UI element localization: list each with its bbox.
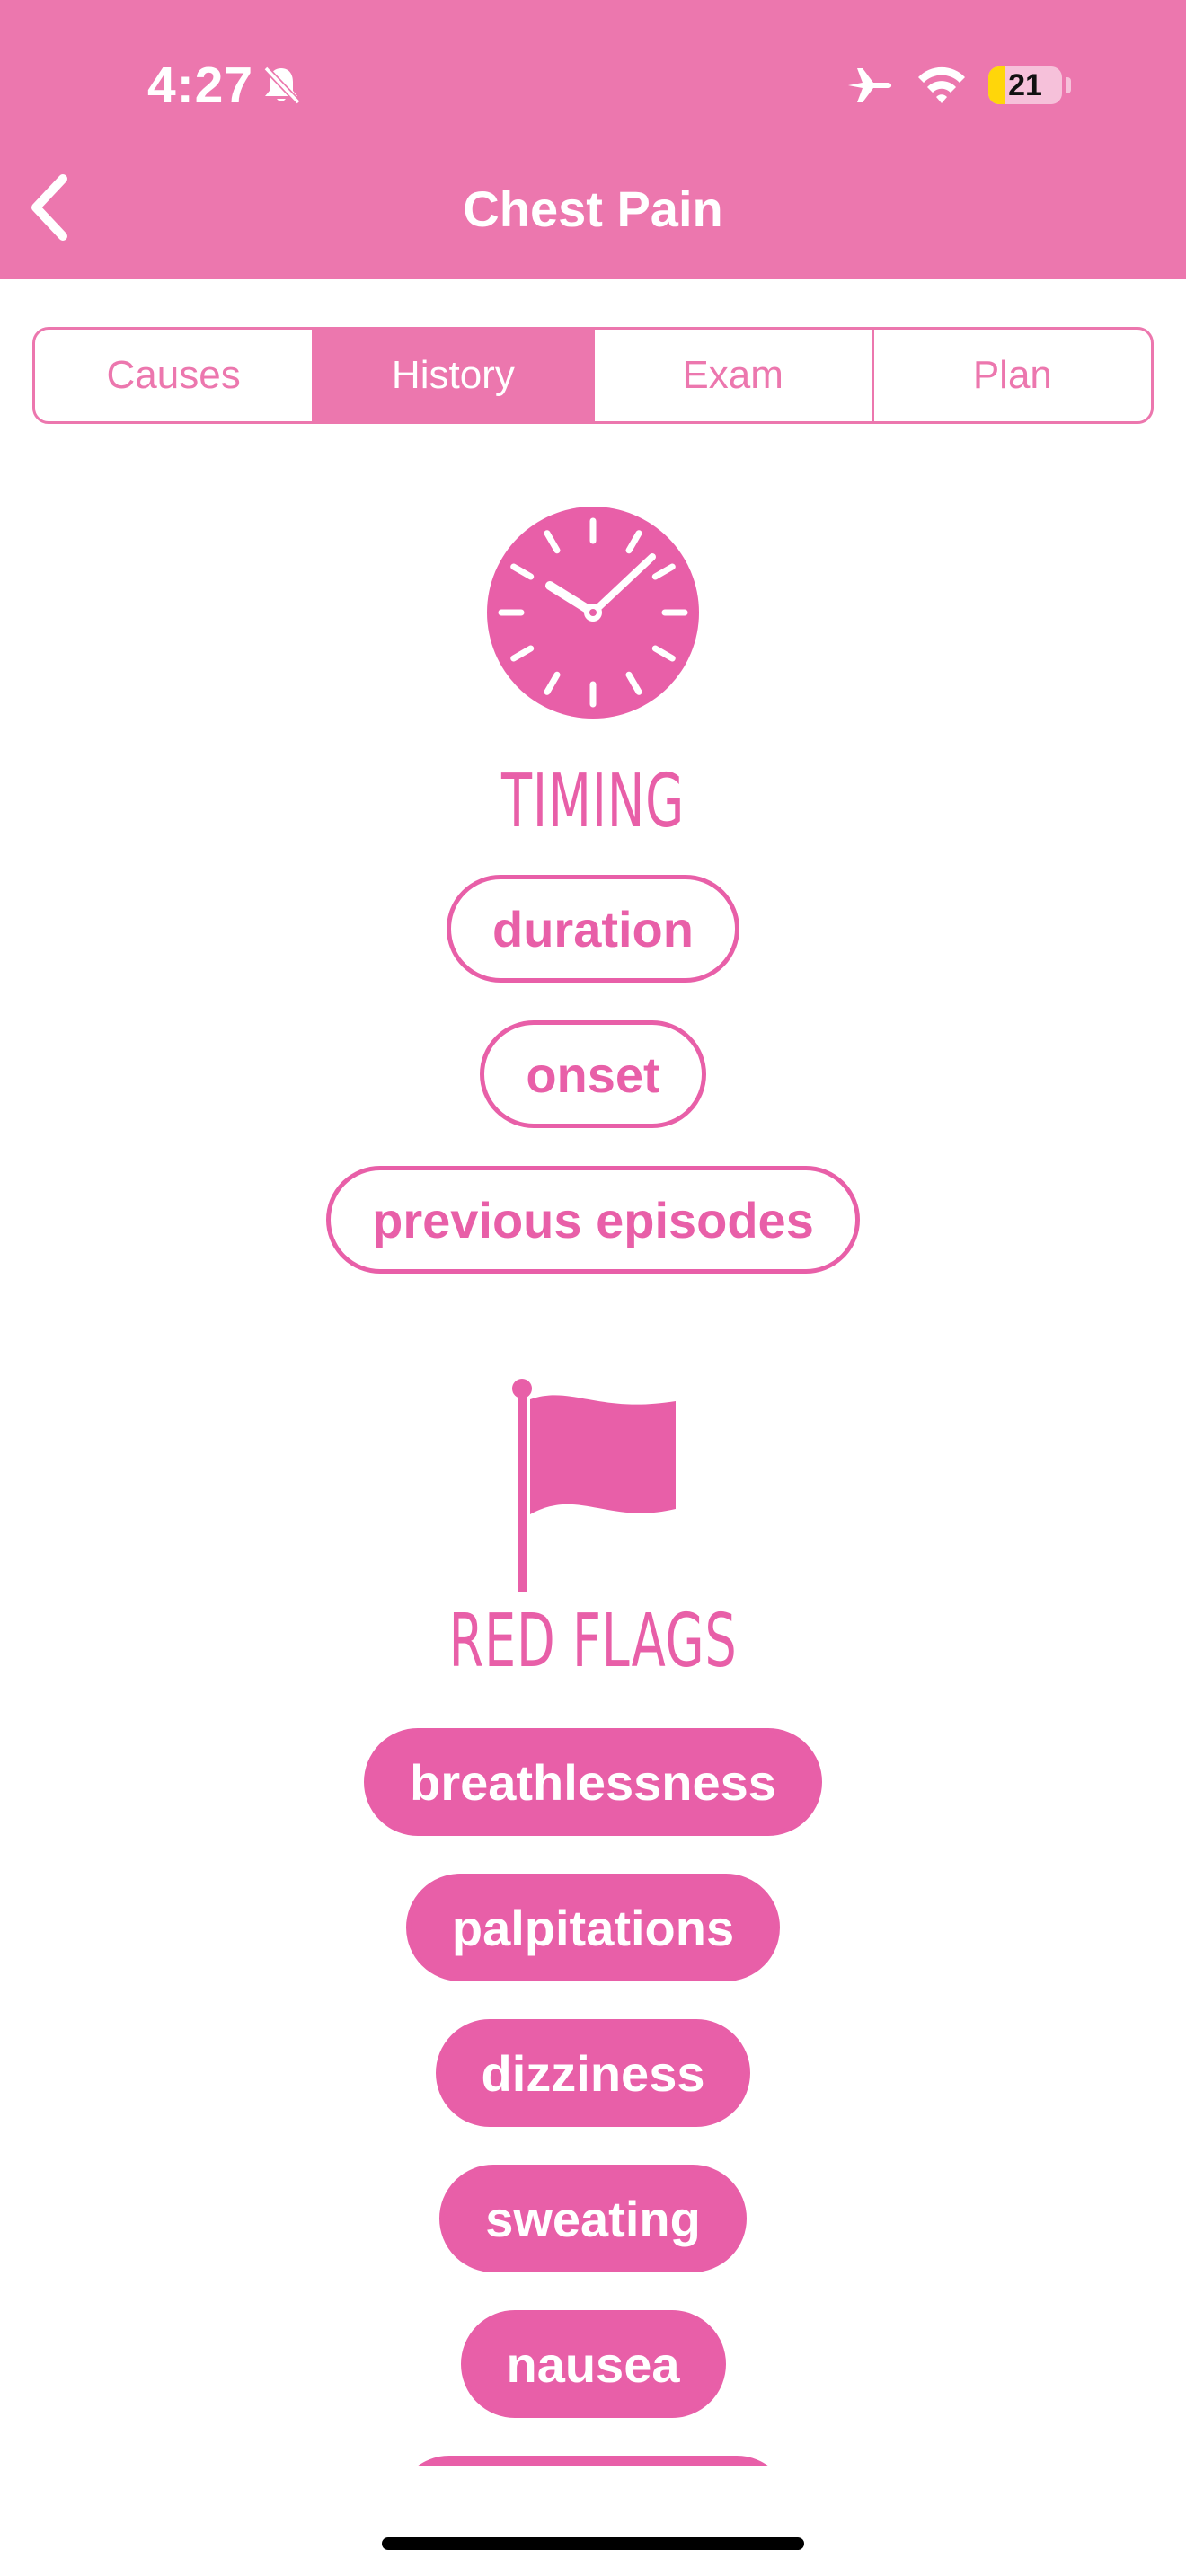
red-flag-item-breathlessness[interactable]: breathlessness bbox=[364, 1728, 822, 1836]
red-flags-heading: RED FLAGS bbox=[448, 1599, 738, 1684]
airplane-icon bbox=[845, 63, 895, 112]
red-flag-item-palpitations[interactable]: palpitations bbox=[405, 1874, 781, 1981]
tab-causes[interactable]: Causes bbox=[35, 330, 315, 421]
timing-item-duration[interactable]: duration bbox=[447, 875, 739, 983]
header-bar: 4:27 21 Chest Pain bbox=[0, 0, 1186, 279]
segmented-tabs: Causes History Exam Plan bbox=[32, 327, 1154, 424]
timing-item-previous-episodes[interactable]: previous episodes bbox=[326, 1166, 860, 1274]
clock-icon bbox=[485, 505, 701, 725]
bell-slash-icon bbox=[259, 63, 304, 112]
battery-level-text: 21 bbox=[1008, 67, 1042, 102]
wifi-icon bbox=[915, 63, 969, 112]
battery-icon: 21 bbox=[988, 66, 1062, 104]
red-flag-item-nausea[interactable]: nausea bbox=[460, 2310, 726, 2418]
page-title: Chest Pain bbox=[463, 181, 723, 237]
home-indicator bbox=[382, 2537, 804, 2550]
red-flag-item-partial[interactable] bbox=[395, 2456, 791, 2466]
tab-history[interactable]: History bbox=[314, 330, 595, 421]
timing-list: duration onset previous episodes bbox=[0, 875, 1186, 1311]
timing-item-onset[interactable]: onset bbox=[480, 1020, 706, 1128]
battery-cap bbox=[1066, 77, 1071, 93]
flag-icon bbox=[509, 1374, 688, 1598]
red-flags-scroll-area[interactable]: breathlessness palpitations dizziness sw… bbox=[0, 1716, 1186, 2466]
timing-heading: TIMING bbox=[500, 759, 686, 844]
tab-exam[interactable]: Exam bbox=[595, 330, 874, 421]
status-time: 4:27 bbox=[147, 57, 254, 114]
red-flags-list: breathlessness palpitations dizziness sw… bbox=[0, 1728, 1186, 2466]
tab-plan[interactable]: Plan bbox=[874, 330, 1151, 421]
red-flag-item-dizziness[interactable]: dizziness bbox=[435, 2019, 751, 2127]
red-flag-item-sweating[interactable]: sweating bbox=[439, 2165, 747, 2272]
